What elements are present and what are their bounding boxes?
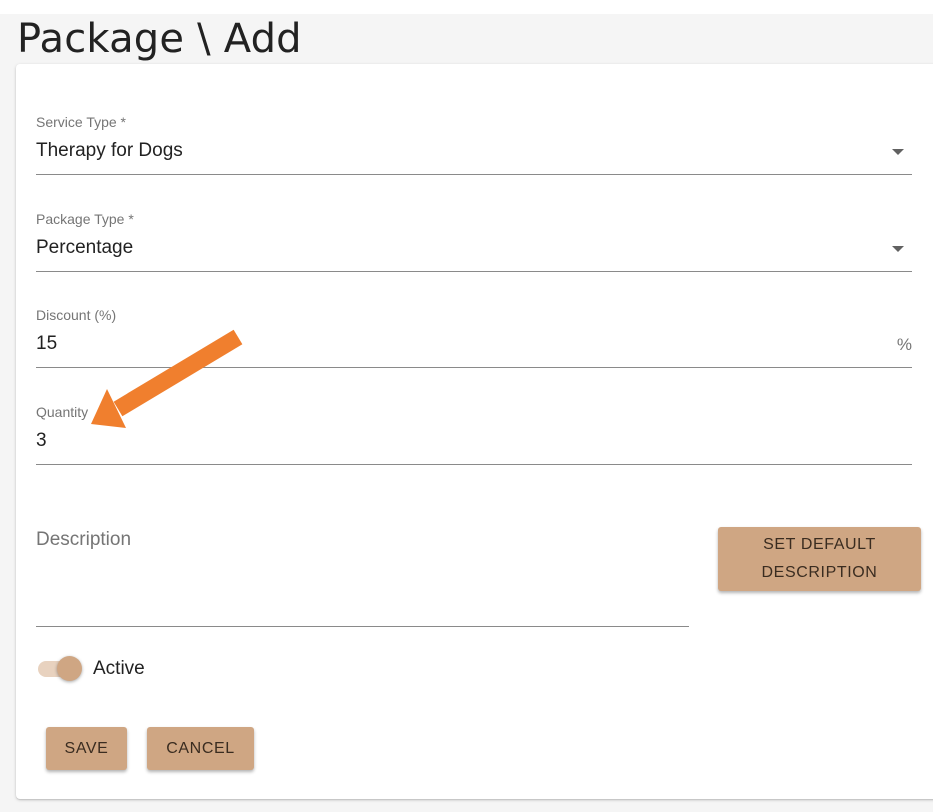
set-default-description-label-line2: DESCRIPTION bbox=[761, 564, 878, 581]
chevron-down-icon[interactable] bbox=[892, 149, 904, 155]
quantity-value[interactable]: 3 bbox=[36, 430, 47, 452]
package-type-value: Percentage bbox=[36, 237, 134, 258]
package-form-card: Service Type * Therapy for Dogs Package … bbox=[16, 64, 933, 799]
service-type-label: Service Type * bbox=[36, 114, 127, 130]
save-button[interactable]: SAVE bbox=[46, 727, 127, 770]
percent-suffix: % bbox=[896, 335, 912, 354]
quantity-label: Quantity bbox=[36, 404, 89, 420]
service-type-value: Therapy for Dogs bbox=[36, 140, 183, 161]
chevron-down-icon[interactable] bbox=[892, 246, 904, 252]
page-title: Package \ Add bbox=[17, 16, 302, 62]
description-label: Description bbox=[36, 529, 132, 550]
cancel-button[interactable]: CANCEL bbox=[147, 727, 254, 770]
active-label: Active bbox=[93, 658, 145, 679]
quantity-field[interactable]: Quantity 3 bbox=[36, 404, 912, 465]
set-default-description-button[interactable]: SET DEFAULT DESCRIPTION bbox=[718, 527, 921, 591]
package-type-select[interactable]: Package Type * Percentage bbox=[36, 211, 912, 272]
discount-label: Discount (%) bbox=[36, 307, 117, 323]
discount-field[interactable]: Discount (%) 15 % bbox=[36, 307, 912, 368]
service-type-select[interactable]: Service Type * Therapy for Dogs bbox=[36, 114, 912, 175]
active-toggle[interactable] bbox=[36, 656, 84, 682]
set-default-description-label-line1: SET DEFAULT bbox=[763, 536, 876, 553]
toggle-thumb[interactable] bbox=[57, 656, 82, 681]
description-textarea[interactable]: Description bbox=[36, 526, 689, 627]
discount-value[interactable]: 15 bbox=[36, 333, 57, 355]
package-type-label: Package Type * bbox=[36, 211, 134, 227]
